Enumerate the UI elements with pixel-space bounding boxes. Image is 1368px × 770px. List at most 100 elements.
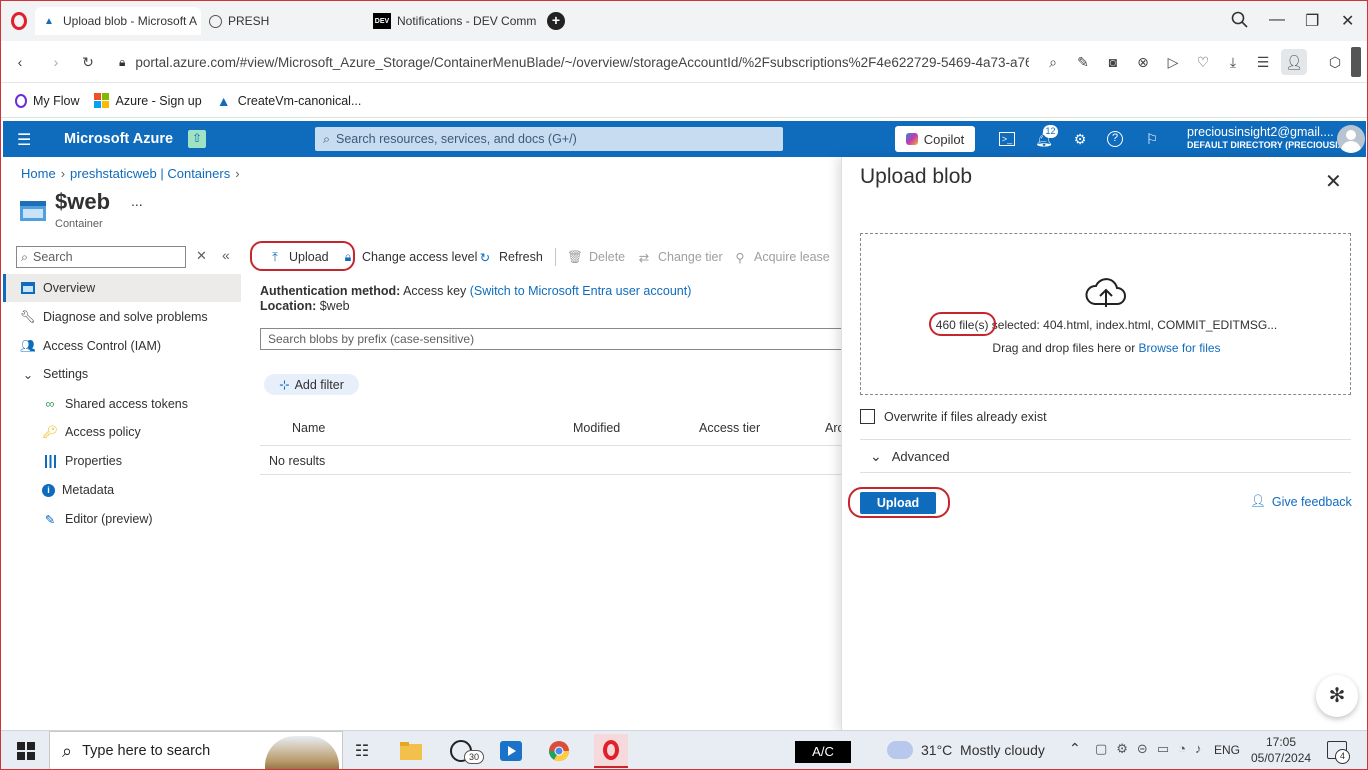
file-drop-zone[interactable]: 460 file(s) selected: 404.html, index.ht…	[860, 233, 1351, 395]
camera-icon[interactable]: ◙	[1104, 53, 1122, 71]
toolbar-label: Delete	[589, 250, 626, 264]
url-field[interactable]: 🔒︎ portal.azure.com/#view/Microsoft_Azur…	[109, 47, 1029, 77]
page-title: $web	[55, 189, 111, 214]
change-access-level-button[interactable]: 🔒︎ Change access level	[340, 246, 478, 268]
profile-icon[interactable]: 👤︎	[1281, 49, 1307, 75]
clear-search-icon[interactable]: ✕	[196, 248, 207, 264]
delete-button[interactable]: 🗑︎ Delete	[567, 246, 625, 268]
nav-item-properties[interactable]: Properties	[3, 447, 241, 475]
language-indicator[interactable]: ENG	[1214, 743, 1240, 757]
hamburger-menu-icon[interactable]: ☰	[17, 130, 31, 150]
nav-item-editor[interactable]: ✎ Editor (preview)	[3, 505, 241, 533]
back-icon[interactable]: ‹	[11, 53, 29, 71]
play-icon[interactable]: ▷	[1164, 53, 1182, 71]
bookmark-azure-signup[interactable]: Azure - Sign up	[94, 93, 202, 109]
breadcrumb-containers[interactable]: preshstaticweb | Containers	[70, 166, 230, 181]
nav-item-shared-access-tokens[interactable]: ∞ Shared access tokens	[3, 390, 241, 418]
key-icon: 🔑︎	[42, 424, 58, 439]
give-feedback-link[interactable]: 👤︎ Give feedback	[1250, 494, 1352, 509]
taskbar-search-input[interactable]: ⌕ Type here to search	[49, 731, 343, 769]
nav-item-access-policy[interactable]: 🔑︎ Access policy	[3, 418, 241, 446]
column-header-modified[interactable]: Modified	[573, 421, 620, 435]
show-hidden-icons-icon[interactable]: ⌃	[1069, 740, 1081, 757]
close-icon[interactable]: ✕	[1325, 169, 1342, 194]
copilot-icon	[905, 133, 918, 145]
nav-item-diagnose[interactable]: 🔧︎ Diagnose and solve problems	[3, 303, 241, 331]
menu-icon[interactable]: ☰	[1254, 53, 1272, 71]
new-tab-button[interactable]: +	[547, 12, 565, 30]
toolbar-divider	[555, 248, 556, 266]
acquire-lease-button[interactable]: ⚲ Acquire lease	[732, 246, 829, 268]
tab-dev-notifications[interactable]: DEV Notifications - DEV Comm	[367, 7, 537, 35]
edit-icon[interactable]: ✎	[1074, 53, 1092, 71]
file-explorer-icon[interactable]	[398, 738, 424, 764]
collapse-nav-icon[interactable]: «	[222, 247, 230, 263]
nav-item-metadata[interactable]: i Metadata	[3, 476, 241, 504]
search-tabs-icon[interactable]	[1231, 11, 1249, 34]
extensions-icon[interactable]: ⬡	[1326, 53, 1344, 71]
ac-indicator[interactable]: A/C	[795, 741, 851, 763]
change-tier-button[interactable]: ⇄ Change tier	[636, 246, 723, 268]
help-icon[interactable]: ?	[1107, 131, 1123, 147]
cloud-shell-icon[interactable]: >_	[999, 132, 1015, 146]
advanced-section-toggle[interactable]: ⌄ Advanced	[860, 439, 1351, 473]
reload-icon[interactable]: ↻	[79, 53, 97, 71]
chrome-icon[interactable]	[546, 738, 572, 764]
minimize-icon[interactable]: —	[1269, 11, 1285, 29]
breadcrumb: Home › preshstaticweb | Containers ›	[21, 166, 245, 181]
task-view-icon[interactable]: ☷	[349, 738, 375, 764]
opera-logo-icon[interactable]	[11, 12, 27, 30]
restore-icon[interactable]: ❐	[1305, 11, 1319, 31]
nav-item-overview[interactable]: Overview	[3, 274, 241, 302]
feedback-icon[interactable]: ⚐	[1143, 131, 1161, 149]
bookmark-createvm[interactable]: ▲ CreateVm-canonical...	[216, 93, 362, 109]
overwrite-checkbox[interactable]: Overwrite if files already exist	[860, 409, 1047, 424]
refresh-button[interactable]: ↻ Refresh	[477, 246, 543, 268]
avatar[interactable]	[1337, 125, 1365, 153]
nav-search-input[interactable]: ⌕ Search	[16, 246, 186, 268]
opera-taskbar-icon[interactable]	[594, 734, 628, 768]
filter-add-icon: ⊹	[279, 378, 290, 392]
find-icon[interactable]: ⌕	[1044, 53, 1062, 71]
url-text: portal.azure.com/#view/Microsoft_Azure_S…	[135, 54, 1029, 70]
more-options-button[interactable]: ...	[131, 193, 143, 209]
sidebar-toggle-icon[interactable]	[1351, 47, 1361, 77]
browse-files-link[interactable]: Browse for files	[1139, 341, 1221, 355]
copilot-floating-button[interactable]: ✻	[1316, 675, 1358, 717]
heart-icon[interactable]: ♡	[1194, 53, 1212, 71]
add-filter-button[interactable]: ⊹ Add filter	[264, 374, 359, 395]
overview-icon	[20, 280, 36, 296]
shield-icon[interactable]: ⊗	[1134, 53, 1152, 71]
link-icon: ⚲	[735, 250, 745, 265]
media-player-icon[interactable]	[498, 738, 524, 764]
bookmark-my-flow[interactable]: My Flow	[15, 93, 80, 108]
location-row: Location: $web	[260, 299, 691, 314]
dev-icon: DEV	[373, 13, 391, 29]
nav-item-iam[interactable]: 👥︎ Access Control (IAM)	[3, 332, 241, 360]
tab-label: Upload blob - Microsoft A	[63, 14, 198, 28]
upgrade-icon[interactable]: ⇧	[188, 130, 206, 148]
azure-brand[interactable]: Microsoft Azure	[64, 131, 173, 147]
settings-gear-icon[interactable]: ⚙	[1071, 131, 1089, 149]
checkbox-box[interactable]	[860, 409, 875, 424]
forward-icon[interactable]: ›	[47, 53, 65, 71]
nav-item-label: Shared access tokens	[65, 397, 188, 411]
windows-start-icon[interactable]	[13, 738, 39, 764]
close-window-icon[interactable]: ✕	[1341, 11, 1354, 31]
blob-search-input[interactable]: Search blobs by prefix (case-sensitive)	[260, 328, 860, 350]
nav-item-label: Settings	[43, 367, 89, 381]
breadcrumb-home[interactable]: Home	[21, 166, 56, 181]
column-header-access-tier[interactable]: Access tier	[699, 421, 760, 435]
bookmark-label: CreateVm-canonical...	[237, 93, 362, 108]
download-icon[interactable]: ⤓	[1224, 53, 1242, 71]
clock[interactable]: 17:05 05/07/2024	[1251, 734, 1311, 766]
copilot-button[interactable]: Copilot	[895, 126, 975, 152]
weather-text[interactable]: 31°C Mostly cloudy	[921, 742, 1045, 758]
switch-auth-link[interactable]: (Switch to Microsoft Entra user account)	[470, 284, 692, 298]
global-search-input[interactable]: ⌕ Search resources, services, and docs (…	[315, 127, 783, 151]
tab-upload-blob[interactable]: ▲ Upload blob - Microsoft A	[35, 7, 201, 35]
user-account[interactable]: preciousinsight2@gmail.... DEFAULT DIREC…	[1187, 126, 1345, 152]
column-header-name[interactable]: Name	[292, 421, 325, 435]
tab-presh[interactable]: PRESH	[203, 7, 363, 35]
nav-item-settings[interactable]: ⌄ Settings	[3, 360, 241, 388]
